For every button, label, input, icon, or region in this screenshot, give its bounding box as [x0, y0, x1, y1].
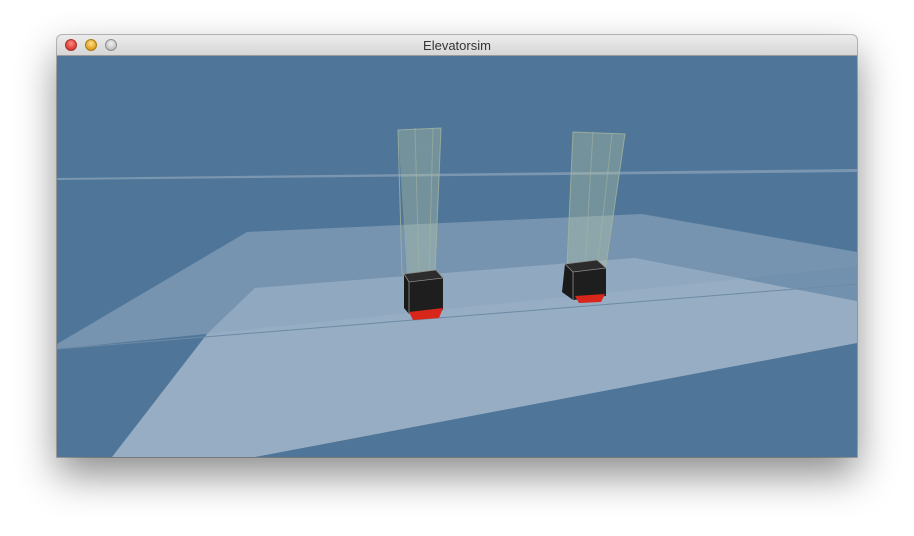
elevator-car-left [403, 269, 444, 320]
scene-canvas[interactable] [57, 56, 857, 457]
app-window: Elevatorsim [57, 35, 857, 457]
3d-viewport[interactable] [57, 56, 857, 457]
window-title: Elevatorsim [423, 38, 491, 53]
elevator-car-right [562, 259, 607, 303]
title-bar[interactable]: Elevatorsim [57, 35, 857, 56]
